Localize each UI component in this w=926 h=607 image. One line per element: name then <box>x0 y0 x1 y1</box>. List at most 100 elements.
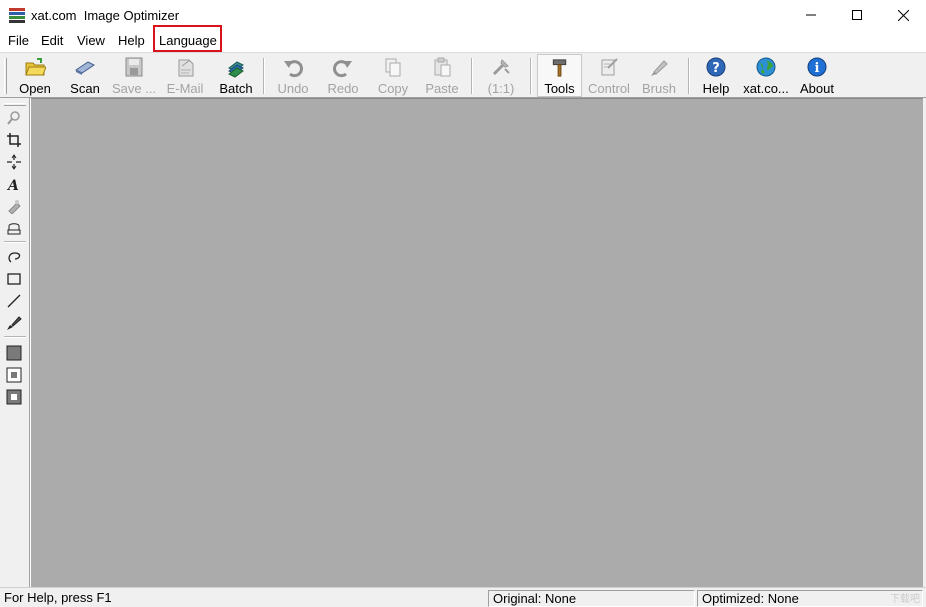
stamp-icon <box>7 223 21 235</box>
magnifier-tool[interactable] <box>5 109 23 127</box>
open-folder-icon <box>25 58 46 76</box>
status-bar: For Help, press F1 Original: None Optimi… <box>0 587 926 607</box>
app-icon[interactable] <box>8 6 26 24</box>
brush-icon <box>651 60 668 76</box>
status-original: Original: None <box>488 590 695 607</box>
background-color-swatch[interactable] <box>5 388 23 406</box>
xat-website-label: xat.co... <box>743 81 789 96</box>
minimize-icon <box>806 14 816 16</box>
toolbar-separator <box>688 58 690 94</box>
svg-text:?: ? <box>712 61 720 76</box>
window-title: xat.com Image Optimizer <box>31 8 180 23</box>
rectangle-tool[interactable] <box>5 270 23 288</box>
toolbar-separator <box>530 58 532 94</box>
about-button[interactable]: i About <box>796 54 838 97</box>
foreground-color-icon <box>6 345 22 361</box>
lasso-icon <box>8 252 21 263</box>
palette-separator <box>4 241 26 243</box>
left-tool-palette: A <box>0 98 30 587</box>
minimize-button[interactable] <box>788 0 834 30</box>
toolbar-separator <box>471 58 473 94</box>
watermark: 下载吧 <box>890 594 920 605</box>
menu-file[interactable]: File <box>8 33 29 48</box>
help-button[interactable]: ? Help <box>698 54 734 97</box>
paste-button[interactable]: Paste <box>421 54 463 97</box>
scanner-icon <box>75 61 95 75</box>
main-toolbar: Open Scan Save ... E-Mail Batch Undo Red… <box>0 52 926 98</box>
menu-bar: File Edit View Help Language <box>0 30 926 52</box>
save-disk-icon <box>125 57 143 77</box>
magnifier-icon <box>7 111 20 125</box>
help-label: Help <box>702 81 730 96</box>
paste-label: Paste <box>425 81 459 96</box>
open-label: Open <box>19 81 51 96</box>
save-label: Save ... <box>111 81 157 96</box>
filter-icon <box>8 200 21 214</box>
email-label: E-Mail <box>166 81 204 96</box>
copy-icon <box>385 58 401 77</box>
foreground-color-swatch[interactable] <box>5 344 23 362</box>
undo-button[interactable]: Undo <box>272 54 314 97</box>
scan-label: Scan <box>70 81 100 96</box>
image-canvas[interactable] <box>31 98 923 587</box>
fill-mode-swatch[interactable] <box>5 366 23 384</box>
about-label: About <box>800 81 834 96</box>
info-icon: i <box>807 57 827 77</box>
language-highlight-box <box>153 25 222 52</box>
batch-icon <box>228 61 244 78</box>
title-bar: xat.com Image Optimizer <box>0 0 926 30</box>
menu-view[interactable]: View <box>77 33 105 48</box>
copy-label: Copy <box>377 81 409 96</box>
email-icon <box>178 59 194 77</box>
resize-icon <box>7 154 21 170</box>
toolbar-grip[interactable] <box>4 58 7 94</box>
fill-mode-icon <box>6 367 22 383</box>
scan-button[interactable]: Scan <box>65 54 105 97</box>
copy-button[interactable]: Copy <box>372 54 414 97</box>
line-icon <box>7 294 21 308</box>
brush-button[interactable]: Brush <box>638 54 680 97</box>
tools-label: Tools <box>544 81 575 96</box>
lasso-tool[interactable] <box>5 248 23 266</box>
help-icon: ? <box>706 57 726 77</box>
status-help-text: For Help, press F1 <box>4 590 112 605</box>
redo-button[interactable]: Redo <box>322 54 364 97</box>
batch-button[interactable]: Batch <box>216 54 256 97</box>
text-icon: A <box>6 178 19 192</box>
control-label: Control <box>588 81 630 96</box>
crop-tool[interactable] <box>5 131 23 149</box>
svg-text:A: A <box>6 178 19 192</box>
control-button[interactable]: Control <box>586 54 632 97</box>
control-icon <box>601 58 618 76</box>
open-button[interactable]: Open <box>15 54 55 97</box>
brush-label: Brush <box>642 81 676 96</box>
toolbar-separator <box>263 58 265 94</box>
stamp-tool[interactable] <box>5 219 23 237</box>
maximize-icon <box>852 10 862 20</box>
resize-tool[interactable] <box>5 153 23 171</box>
globe-icon <box>756 57 776 77</box>
redo-icon <box>333 60 352 78</box>
text-tool[interactable]: A <box>5 175 23 193</box>
maximize-button[interactable] <box>834 0 880 30</box>
menu-edit[interactable]: Edit <box>41 33 63 48</box>
svg-text:i: i <box>815 61 820 76</box>
paint-brush-tool[interactable] <box>5 314 23 332</box>
paste-icon <box>434 57 451 77</box>
palette-separator <box>4 336 26 338</box>
email-button[interactable]: E-Mail <box>163 54 207 97</box>
close-button[interactable] <box>880 0 926 30</box>
line-tool[interactable] <box>5 292 23 310</box>
menu-help[interactable]: Help <box>118 33 145 48</box>
tools-button[interactable]: Tools <box>537 54 582 97</box>
filter-tool[interactable] <box>5 197 23 215</box>
zoom-actual-size-icon <box>492 59 510 76</box>
rectangle-icon <box>7 273 21 285</box>
background-color-icon <box>6 389 22 405</box>
save-button[interactable]: Save ... <box>112 54 156 97</box>
actual-size-button[interactable]: (1:1) <box>480 54 522 97</box>
actual-size-label: (1:1) <box>487 81 515 96</box>
paint-brush-icon <box>7 316 22 330</box>
palette-grip[interactable] <box>4 103 26 106</box>
xat-website-button[interactable]: xat.co... <box>742 54 790 97</box>
